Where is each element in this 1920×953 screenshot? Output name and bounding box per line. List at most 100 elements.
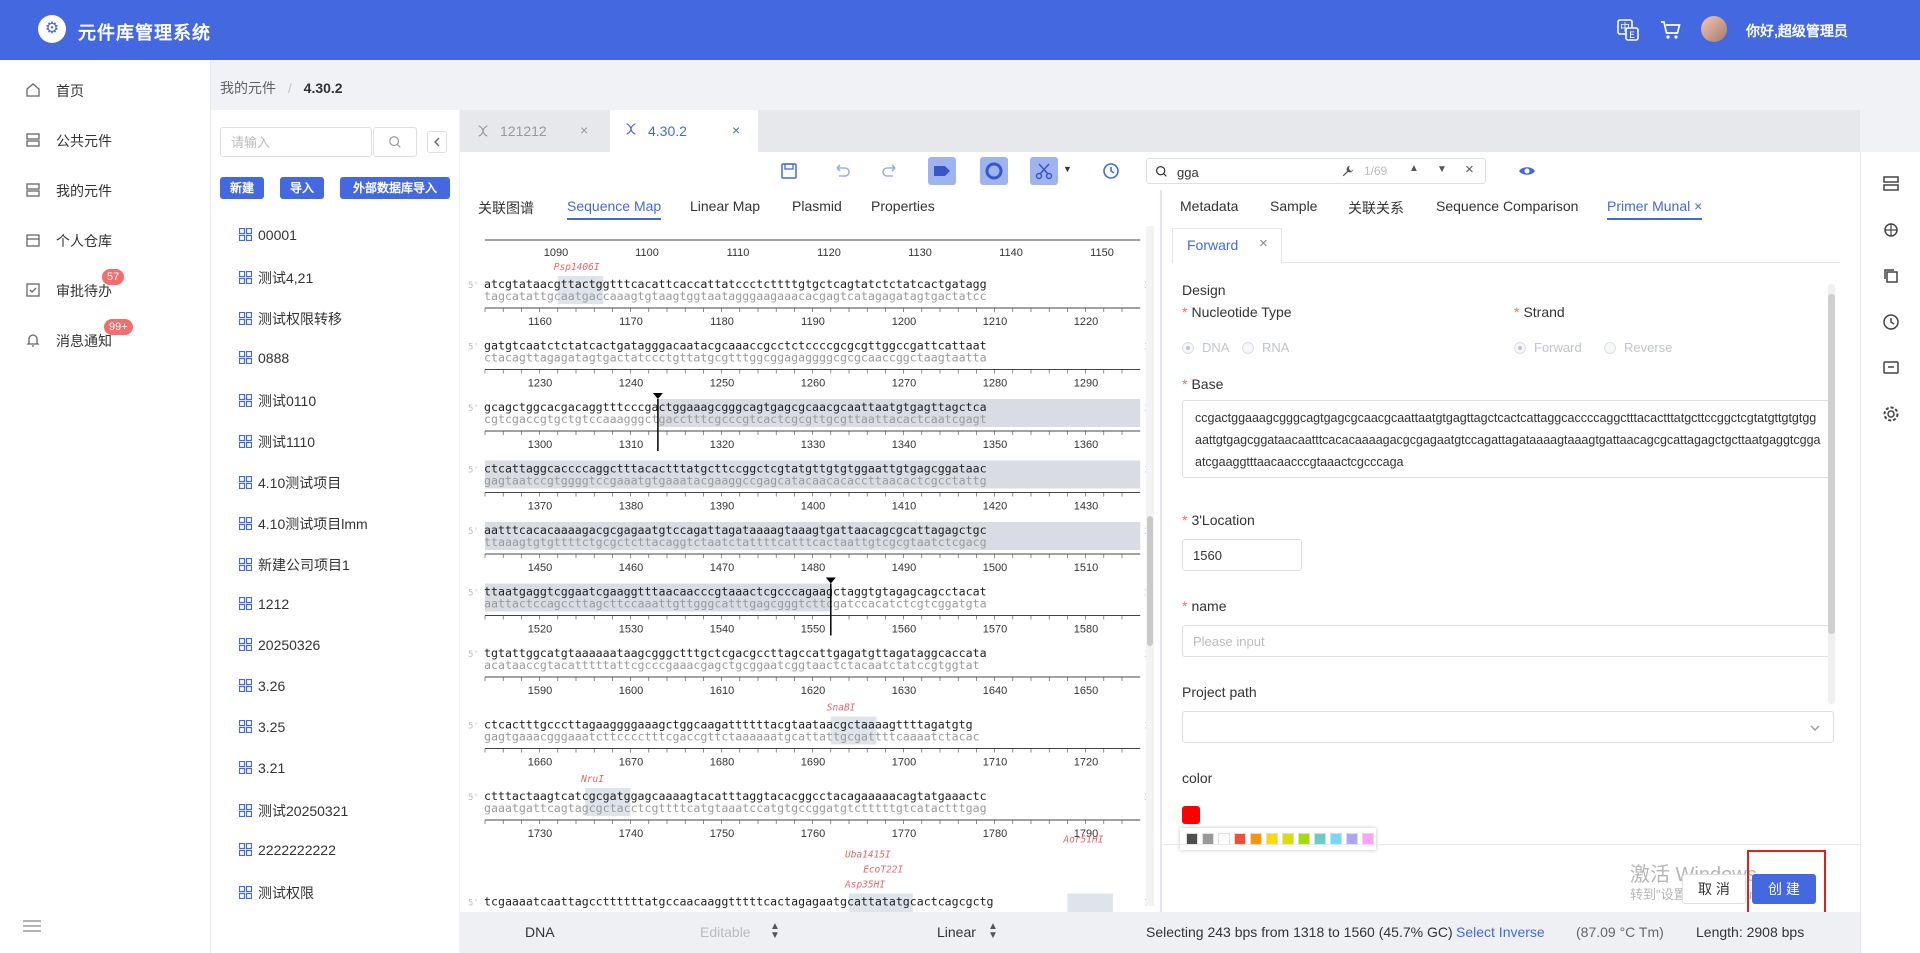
language-icon[interactable]: 中E xyxy=(1616,18,1640,42)
find-input[interactable] xyxy=(1175,162,1329,182)
clock-icon[interactable] xyxy=(1881,312,1901,332)
history-icon[interactable] xyxy=(1100,160,1122,182)
scrollbar-thumb[interactable] xyxy=(1828,294,1835,634)
meta-tab[interactable]: Metadata xyxy=(1180,198,1238,214)
collapse-tree-button[interactable] xyxy=(427,131,447,153)
eye-icon[interactable] xyxy=(1518,162,1536,180)
tree-search-input[interactable] xyxy=(220,127,372,157)
tree-item[interactable]: 0888 xyxy=(239,350,289,374)
tree-item[interactable]: 测试权限转移 xyxy=(239,309,342,333)
tree-item[interactable]: 测试4,21 xyxy=(239,268,313,292)
nav-item-my-parts[interactable]: 我的元件 xyxy=(0,170,210,210)
circular-view-button[interactable] xyxy=(980,157,1008,185)
nav-item-personal-repo[interactable]: 个人仓库 xyxy=(0,220,210,260)
cancel-button[interactable]: 取 消 xyxy=(1682,874,1746,904)
doc-tab-active[interactable]: 4.30.2 × xyxy=(610,110,758,152)
base-sequence-textarea[interactable]: ccgactggaaagcgggcagtgagcgcaacgcaattaatgt… xyxy=(1182,400,1834,478)
color-swatch-selected[interactable] xyxy=(1182,806,1200,824)
tree-item[interactable]: 测试20250321 xyxy=(239,801,348,825)
tree-item[interactable]: 3.21 xyxy=(239,760,285,784)
comment-icon[interactable] xyxy=(1881,358,1901,378)
radio-rna[interactable]: RNA xyxy=(1242,340,1289,355)
close-icon[interactable]: × xyxy=(1259,235,1268,252)
user-greeting[interactable]: 你好,超级管理员 xyxy=(1746,21,1848,41)
undo-icon[interactable] xyxy=(830,160,852,182)
nav-item-approvals[interactable]: 审批待办 57 xyxy=(0,269,210,310)
tree-item[interactable]: 测试1110 xyxy=(239,432,315,456)
tree-item[interactable]: 3.25 xyxy=(239,719,285,743)
breadcrumb-parent[interactable]: 我的元件 xyxy=(220,80,276,96)
sequence-map-canvas[interactable]: 1090 1100 1110 1120 1130 1140 1150Psp1406Iatcg… xyxy=(460,226,1150,912)
location-input[interactable] xyxy=(1182,539,1302,571)
enzyme-label[interactable]: NruI xyxy=(580,774,604,785)
cut-site-button[interactable] xyxy=(1030,157,1058,185)
view-tab[interactable]: 关联图谱 xyxy=(478,198,534,218)
view-tab[interactable]: Plasmid xyxy=(792,198,842,214)
view-tab-active[interactable]: Sequence Map xyxy=(567,198,662,220)
enzyme-label[interactable]: Aor51HI xyxy=(1062,835,1103,846)
form-scrollbar[interactable] xyxy=(1828,284,1835,704)
close-icon[interactable]: × xyxy=(1694,198,1702,214)
radio-reverse[interactable]: Reverse xyxy=(1604,340,1672,355)
enzyme-label[interactable]: SnaBI xyxy=(827,703,856,714)
search-button[interactable] xyxy=(373,127,417,157)
nav-item-public-parts[interactable]: 公共元件 xyxy=(0,120,210,160)
gear-icon[interactable] xyxy=(1881,404,1901,424)
cut-site-highlight[interactable] xyxy=(1067,893,1113,913)
status-topology[interactable]: Linear xyxy=(937,924,976,940)
close-icon[interactable]: × xyxy=(580,122,588,138)
doc-tab[interactable]: 121212 × xyxy=(460,110,608,152)
view-tab[interactable]: Properties xyxy=(871,198,935,214)
tree-item[interactable]: 00001 xyxy=(239,227,297,251)
cloud-icon[interactable] xyxy=(1881,220,1901,240)
meta-tab-active[interactable]: Primer Munal × xyxy=(1607,198,1703,220)
status-editable[interactable]: Editable xyxy=(700,924,751,940)
redo-icon[interactable] xyxy=(880,160,902,182)
sort-icon[interactable]: ▲ ▼ xyxy=(770,922,780,941)
nav-item-notifications[interactable]: 消息通知 99+ xyxy=(0,319,210,360)
select-inverse-link[interactable]: Select Inverse xyxy=(1456,924,1545,940)
wrench-icon[interactable] xyxy=(1341,164,1355,178)
meta-tab[interactable]: 关联关系 xyxy=(1348,198,1404,218)
radio-forward[interactable]: Forward xyxy=(1514,340,1582,355)
close-icon[interactable]: × xyxy=(1465,161,1474,178)
primer-subtab-forward[interactable]: Forward × xyxy=(1172,228,1282,263)
tree-item[interactable]: 3.26 xyxy=(239,678,285,702)
enzyme-label[interactable]: Uba1415I xyxy=(845,850,891,861)
find-prev-icon[interactable]: ▲ xyxy=(1409,163,1419,174)
feature-tag-button[interactable] xyxy=(928,157,956,185)
tree-item[interactable]: 1212 xyxy=(239,596,289,620)
storage-icon[interactable] xyxy=(1881,174,1901,194)
panel-divider[interactable] xyxy=(1160,190,1162,912)
enzyme-label[interactable]: Asp35HI xyxy=(844,880,885,891)
menu-collapse-icon[interactable] xyxy=(22,919,42,933)
tree-item[interactable]: 测试0110 xyxy=(239,391,316,415)
meta-tab[interactable]: Sample xyxy=(1270,198,1317,214)
project-path-select[interactable] xyxy=(1182,711,1834,743)
save-icon[interactable] xyxy=(778,160,800,182)
import-button[interactable]: 导入 xyxy=(280,177,324,199)
scrollbar-thumb[interactable] xyxy=(1147,516,1153,646)
name-input[interactable] xyxy=(1182,625,1834,657)
avatar[interactable] xyxy=(1701,16,1727,42)
scrollbar[interactable] xyxy=(1146,226,1154,906)
close-icon[interactable]: × xyxy=(732,122,740,138)
sort-icon[interactable]: ▲ ▼ xyxy=(988,922,998,941)
enzyme-label[interactable]: EcoT22I xyxy=(863,865,903,876)
cart-icon[interactable] xyxy=(1659,18,1683,42)
tree-item[interactable]: 2222222222 xyxy=(239,842,336,866)
nav-item-home[interactable]: 首页 xyxy=(0,70,210,110)
caret-down-icon[interactable]: ▼ xyxy=(1063,164,1072,174)
view-tab[interactable]: Linear Map xyxy=(690,198,760,214)
external-import-button[interactable]: 外部数据库导入 xyxy=(340,177,450,199)
tree-item[interactable]: 新建公司项目1 xyxy=(239,555,350,579)
new-button[interactable]: 新建 xyxy=(220,177,264,199)
status-seq-type[interactable]: DNA xyxy=(525,924,555,940)
radio-dna[interactable]: DNA xyxy=(1182,340,1229,355)
find-next-icon[interactable]: ▼ xyxy=(1437,164,1447,175)
meta-tab[interactable]: Sequence Comparison xyxy=(1436,198,1578,214)
tree-item[interactable]: 20250326 xyxy=(239,637,320,661)
tree-item[interactable]: 4.10测试项目 xyxy=(239,473,341,497)
enzyme-label[interactable]: Psp1406I xyxy=(554,262,600,273)
copy-icon[interactable] xyxy=(1881,266,1901,286)
